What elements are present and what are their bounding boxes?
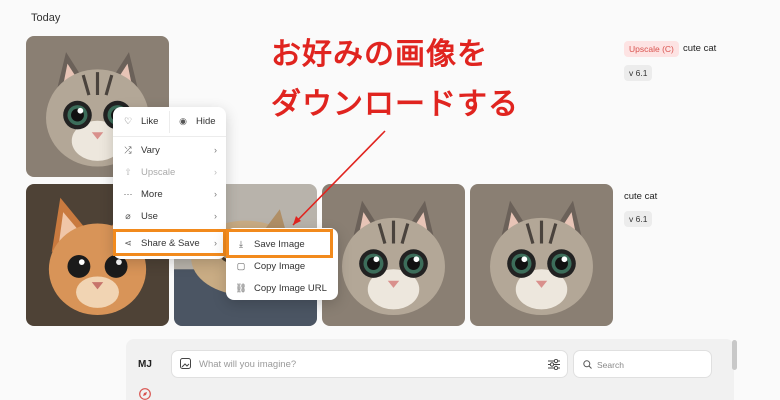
search-input[interactable]: [573, 350, 712, 378]
search-placeholder: Search: [597, 360, 624, 370]
eye-icon: ◉: [179, 115, 187, 126]
share-save-highlight: [113, 229, 226, 256]
chevron-right-icon: ›: [214, 145, 217, 155]
save-image-highlight: [226, 229, 333, 258]
menu-divider: [113, 136, 226, 137]
ellipsis-icon: ···: [123, 189, 133, 199]
link-icon: ⛓: [235, 282, 247, 293]
copy-image-menu-item[interactable]: ▢ Copy Image: [235, 260, 330, 272]
scrollbar[interactable]: [732, 340, 737, 370]
copy-image-label: Copy Image: [254, 260, 306, 272]
more-menu-item[interactable]: ··· More ›: [122, 188, 218, 200]
search-icon: [583, 360, 592, 369]
heart-icon: ♡: [123, 115, 133, 126]
hide-button[interactable]: ◉ Hide: [177, 115, 222, 127]
hide-label: Hide: [196, 115, 216, 127]
use-label: Use: [141, 210, 158, 222]
use-menu-item[interactable]: ⌀ Use ›: [122, 210, 217, 222]
copy-image-url-label: Copy Image URL: [254, 282, 327, 294]
vary-menu-item[interactable]: ⤮ Vary ›: [122, 144, 217, 156]
like-label: Like: [141, 115, 159, 127]
image-icon[interactable]: [180, 358, 191, 369]
clipboard-icon: ▢: [236, 260, 246, 271]
chevron-right-icon: ›: [214, 167, 217, 177]
like-hide-divider: [169, 111, 170, 133]
settings-sliders-icon[interactable]: [548, 359, 560, 370]
upscale-label: Upscale: [141, 166, 176, 178]
copy-image-url-menu-item[interactable]: ⛓ Copy Image URL: [235, 282, 335, 294]
chevron-right-icon: ›: [214, 189, 217, 199]
shuffle-icon: ⤮: [124, 144, 132, 155]
mj-logo[interactable]: MJ: [138, 359, 152, 370]
upscale-icon: ⇧: [124, 166, 132, 177]
more-label: More: [141, 188, 163, 200]
paperclip-icon: ⌀: [125, 210, 131, 221]
vary-label: Vary: [141, 144, 160, 156]
imagine-placeholder: What will you imagine?: [199, 359, 297, 370]
compass-icon[interactable]: [139, 388, 151, 400]
like-button[interactable]: ♡ Like: [122, 115, 170, 127]
upscale-menu-item[interactable]: ⇧ Upscale ›: [122, 166, 217, 178]
chevron-right-icon: ›: [214, 211, 217, 221]
